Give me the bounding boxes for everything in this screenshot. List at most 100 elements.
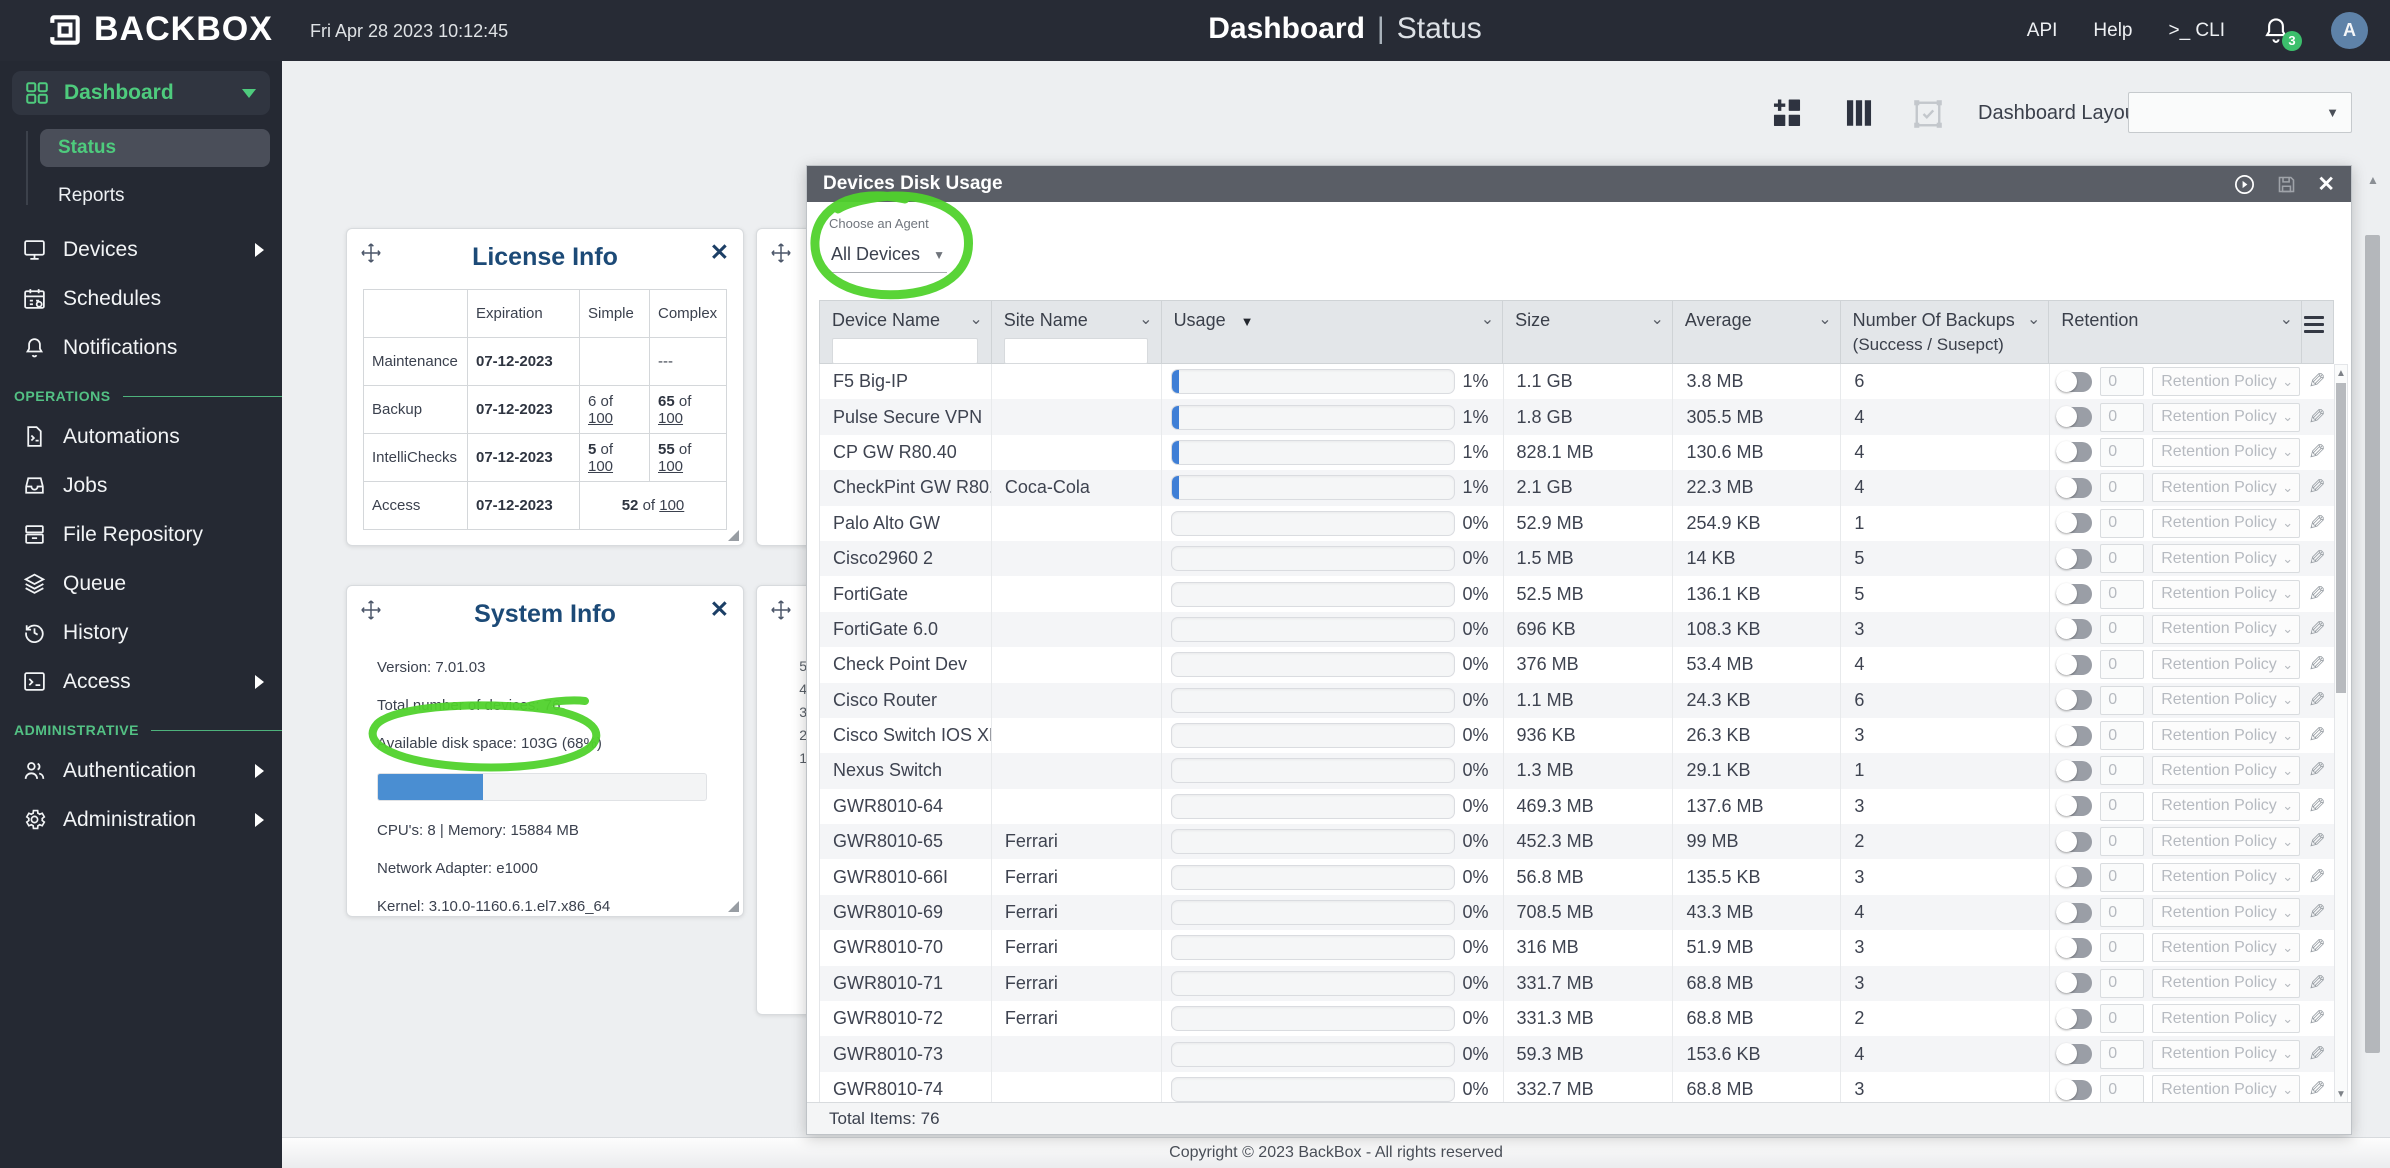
move-icon[interactable] (770, 599, 792, 626)
table-row[interactable]: GWR8010-72Ferrari0%331.3 MB68.8 MB2Reten… (820, 1001, 2334, 1037)
retention-toggle[interactable] (2056, 795, 2093, 817)
save-icon[interactable] (2276, 174, 2297, 195)
retention-toggle[interactable] (2056, 476, 2093, 498)
sidebar-item-file-repository[interactable]: File Repository (0, 510, 282, 559)
api-link[interactable]: API (2027, 20, 2058, 42)
retention-days-input[interactable] (2100, 898, 2145, 928)
retention-policy-select[interactable]: Retention Policy ⌄ (2152, 650, 2301, 680)
retention-days-input[interactable] (2100, 721, 2145, 751)
column-site-name[interactable]: Site Name ⌄ (992, 301, 1162, 364)
backbox-logo[interactable]: BACKBOX (46, 10, 273, 49)
edit-icon[interactable]: ✎ (2308, 405, 2326, 430)
table-menu-icon[interactable] (2304, 316, 2325, 337)
retention-days-input[interactable] (2100, 791, 2145, 821)
retention-policy-select[interactable]: Retention Policy ⌄ (2152, 579, 2301, 609)
retention-days-input[interactable] (2100, 968, 2145, 998)
retention-policy-select[interactable]: Retention Policy ⌄ (2152, 968, 2301, 998)
retention-policy-select[interactable]: Retention Policy ⌄ (2152, 1075, 2301, 1104)
table-row[interactable]: GWR8010-69Ferrari0%708.5 MB43.3 MB4Reten… (820, 894, 2334, 931)
retention-days-input[interactable] (2100, 473, 2145, 503)
retention-days-input[interactable] (2100, 650, 2145, 680)
sidebar-item-administration[interactable]: Administration (0, 795, 282, 844)
retention-policy-select[interactable]: Retention Policy ⌄ (2152, 508, 2301, 538)
sidebar-item-devices[interactable]: Devices (0, 225, 282, 274)
table-row[interactable]: GWR8010-71Ferrari0%331.7 MB68.8 MB3Reten… (820, 965, 2334, 1002)
avatar[interactable]: A (2331, 12, 2368, 49)
table-row[interactable]: CP GW R80.401%828.1 MB130.6 MB4Retention… (820, 434, 2334, 471)
table-row[interactable]: GWR8010-730%59.3 MB153.6 KB4Retention Po… (820, 1036, 2334, 1072)
sidebar-item-notifications[interactable]: Notifications (0, 323, 282, 372)
dashboard-layout-select[interactable]: ▼ (2128, 92, 2352, 133)
retention-days-input[interactable] (2100, 862, 2145, 892)
retention-toggle[interactable] (2056, 936, 2093, 958)
retention-policy-select[interactable]: Retention Policy ⌄ (2152, 1004, 2301, 1034)
column-menu-icon[interactable]: ⌄ (1650, 309, 1663, 329)
edit-icon[interactable]: ✎ (2308, 475, 2326, 500)
retention-toggle[interactable] (2056, 689, 2093, 711)
retention-days-input[interactable] (2100, 756, 2145, 786)
retention-toggle[interactable] (2056, 866, 2093, 888)
retention-toggle[interactable] (2056, 583, 2093, 605)
column-device-name[interactable]: Device Name ⌄ (820, 301, 992, 364)
retention-days-input[interactable] (2100, 685, 2145, 715)
scroll-down-icon[interactable]: ▼ (2335, 1089, 2347, 1100)
edit-icon[interactable]: ✎ (2308, 546, 2326, 571)
retention-toggle[interactable] (2056, 724, 2093, 746)
retention-toggle[interactable] (2056, 370, 2093, 392)
edit-icon[interactable]: ✎ (2308, 652, 2326, 677)
edit-icon[interactable]: ✎ (2308, 1077, 2326, 1102)
retention-toggle[interactable] (2056, 653, 2093, 675)
table-row[interactable]: GWR8010-640%469.3 MB137.6 MB3Retention P… (820, 788, 2334, 825)
table-row[interactable]: F5 Big-IP1%1.1 GB3.8 MB6Retention Policy… (820, 364, 2334, 400)
scrollbar-thumb[interactable] (2365, 235, 2380, 1053)
sidebar-item-dashboard[interactable]: Dashboard (12, 71, 270, 115)
retention-days-input[interactable] (2100, 933, 2145, 963)
retention-days-input[interactable] (2100, 367, 2145, 397)
retention-days-input[interactable] (2100, 1004, 2145, 1034)
column-size[interactable]: Size ⌄ (1503, 301, 1673, 363)
help-link[interactable]: Help (2093, 20, 2132, 42)
retention-policy-select[interactable]: Retention Policy ⌄ (2152, 367, 2301, 397)
sidebar-item-queue[interactable]: Queue (0, 559, 282, 608)
run-icon[interactable] (2233, 173, 2256, 196)
column-usage[interactable]: Usage ▼ ⌄ (1162, 301, 1504, 363)
retention-days-input[interactable] (2100, 1075, 2145, 1104)
notifications-button[interactable]: 3 (2261, 14, 2302, 51)
add-widget-button[interactable] (1770, 96, 1804, 135)
edit-icon[interactable]: ✎ (2308, 935, 2326, 960)
table-row[interactable]: Check Point Dev0%376 MB53.4 MB4Retention… (820, 647, 2334, 683)
retention-days-input[interactable] (2100, 614, 2145, 644)
retention-policy-select[interactable]: Retention Policy ⌄ (2152, 544, 2301, 574)
edit-icon[interactable]: ✎ (2308, 723, 2326, 748)
retention-toggle[interactable] (2056, 441, 2093, 463)
retention-toggle[interactable] (2056, 759, 2093, 781)
table-row[interactable]: FortiGate 6.00%696 KB108.3 KB3Retention … (820, 611, 2334, 648)
column-number-of-backups[interactable]: Number Of Backups ⌄ (Success / Susepct) (1841, 301, 2050, 363)
license-total-link[interactable]: 100 (659, 497, 684, 514)
retention-policy-select[interactable]: Retention Policy ⌄ (2152, 721, 2301, 751)
retention-toggle[interactable] (2056, 512, 2093, 534)
table-row[interactable]: CheckPint GW R80.4...Coca-Cola 1% 2.1 GB22… (820, 470, 2334, 506)
site-name-filter-input[interactable] (1003, 338, 1148, 364)
scroll-up-icon[interactable]: ▲ (2362, 173, 2384, 187)
retention-toggle[interactable] (2056, 830, 2093, 852)
table-row[interactable]: Pulse Secure VPN1%1.8 GB305.5 MB4Retenti… (820, 399, 2334, 435)
retention-days-input[interactable] (2100, 402, 2145, 432)
retention-policy-select[interactable]: Retention Policy ⌄ (2152, 402, 2301, 432)
column-menu-icon[interactable]: ⌄ (2280, 309, 2293, 329)
retention-toggle[interactable] (2056, 1007, 2093, 1029)
retention-toggle[interactable] (2056, 618, 2093, 640)
column-menu-icon[interactable]: ⌄ (969, 309, 982, 329)
table-row[interactable]: Palo Alto GW0%52.9 MB254.9 KB1Retention … (820, 505, 2334, 541)
edit-icon[interactable]: ✎ (2308, 794, 2326, 819)
sidebar-item-automations[interactable]: Automations (0, 412, 282, 461)
column-retention[interactable]: Retention ⌄ (2049, 301, 2303, 363)
sidebar-item-access[interactable]: Access (0, 657, 282, 706)
resize-handle[interactable] (728, 530, 739, 541)
sidebar-item-history[interactable]: History (0, 608, 282, 657)
cli-link[interactable]: >_ CLI (2168, 20, 2225, 42)
retention-toggle[interactable] (2056, 406, 2093, 428)
retention-policy-select[interactable]: Retention Policy ⌄ (2152, 1039, 2301, 1069)
sidebar-item-jobs[interactable]: Jobs (0, 461, 282, 510)
license-total-link[interactable]: 100 (588, 410, 613, 427)
